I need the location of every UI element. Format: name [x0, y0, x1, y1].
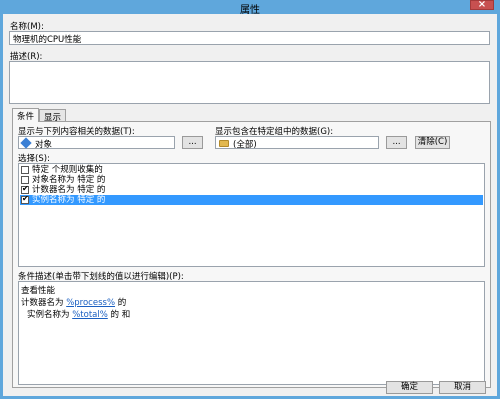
criteria-checkbox[interactable]: ✔: [21, 184, 29, 194]
condition-tab-panel: 显示与下列内容相关的数据(T): 对象 ... 显示包含在特定组中的数据(G):…: [12, 121, 491, 388]
tab-condition[interactable]: 条件: [12, 108, 39, 122]
close-button[interactable]: ×: [470, 0, 494, 10]
group-folder-icon: [219, 140, 229, 147]
title-bar[interactable]: 属性 ×: [0, 0, 500, 16]
check-icon: ✔: [22, 194, 29, 203]
process-value-link[interactable]: %process%: [66, 298, 115, 308]
condition-desc-box: 查看性能 计数器名为 %process% 的 实例名称为 %total% 的 和: [18, 281, 485, 385]
criteria-checkbox[interactable]: ✔: [21, 194, 29, 204]
desc-line-3: 实例名称为 %total% 的 和: [27, 310, 131, 320]
clear-button[interactable]: 清除(C): [415, 136, 450, 149]
check-icon: ✔: [22, 184, 29, 193]
criteria-item-selected[interactable]: ✔ 实例名称为 特定 的: [20, 194, 483, 205]
total-value-link[interactable]: %total%: [72, 310, 108, 320]
dialog-body: 名称(M): 物理机的CPU性能 描述(R): 条件 显示 显示与下列内容相关的…: [3, 14, 497, 396]
properties-window: 属性 × 名称(M): 物理机的CPU性能 描述(R): 条件 显示 显示与下列…: [0, 0, 500, 399]
criteria-checkbox[interactable]: [21, 166, 29, 174]
group-browse-button[interactable]: ...: [386, 136, 407, 149]
group-field[interactable]: (全部): [215, 136, 379, 150]
name-field[interactable]: 物理机的CPU性能: [9, 31, 490, 45]
desc-line-1: 查看性能: [21, 286, 56, 296]
criteria-checkbox[interactable]: [21, 176, 29, 184]
related-data-value: 对象: [35, 140, 53, 150]
group-value: (全部): [233, 140, 257, 150]
criteria-list[interactable]: 特定 个规则收集的 对象名称为 特定 的 ✔ 计数器名为 特定 的 ✔ 实例名称…: [18, 163, 485, 267]
cancel-button[interactable]: 取消: [439, 381, 486, 394]
name-field-value: 物理机的CPU性能: [13, 35, 82, 45]
close-icon: ×: [477, 0, 487, 10]
object-icon: [20, 137, 32, 149]
related-data-browse-button[interactable]: ...: [182, 136, 203, 149]
desc-line-2: 计数器名为 %process% 的: [21, 298, 127, 308]
ok-button[interactable]: 确定: [386, 381, 433, 394]
description-field[interactable]: [9, 61, 490, 104]
related-data-field[interactable]: 对象: [18, 136, 175, 150]
